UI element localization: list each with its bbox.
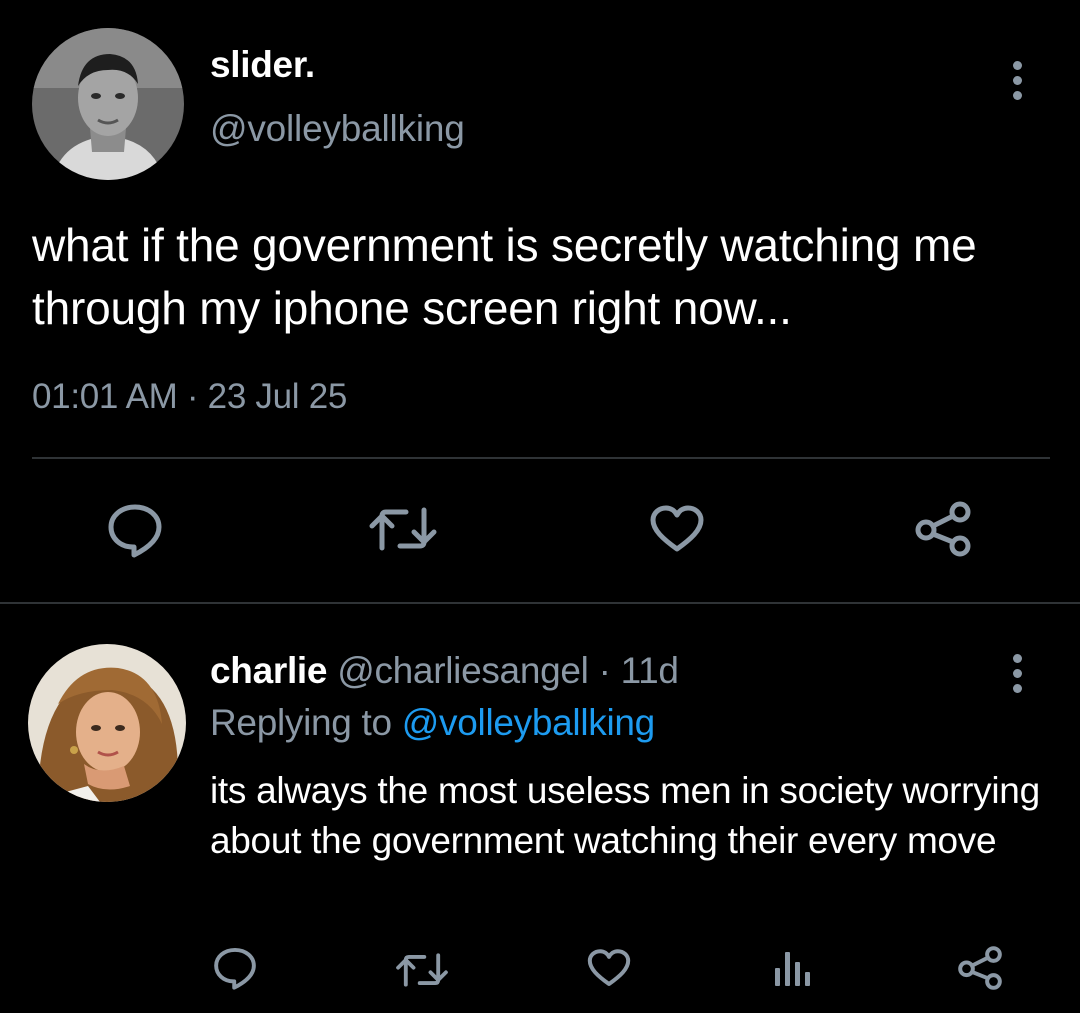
tweet-divider (0, 602, 1080, 604)
author-handle[interactable]: @volleyballking (210, 108, 465, 150)
heart-icon[interactable] (649, 504, 705, 559)
author-display-name[interactable]: slider. (210, 44, 315, 86)
reply-author-handle[interactable]: @charliesangel (337, 650, 589, 691)
retweet-icon[interactable] (368, 504, 438, 559)
reply-header: charlie @charliesangel · 11d (210, 650, 679, 692)
retweet-icon[interactable] (395, 950, 449, 995)
reply-icon[interactable] (106, 502, 164, 563)
replying-to-handle-link[interactable]: @volleyballking (402, 702, 655, 743)
divider (32, 457, 1050, 459)
share-icon[interactable] (957, 945, 1003, 996)
tweet-timestamp[interactable]: 01:01 AM · 23 Jul 25 (32, 377, 347, 417)
more-vertical-icon[interactable] (1011, 654, 1023, 693)
reply-icon[interactable] (212, 946, 258, 995)
reply-author-display-name[interactable]: charlie (210, 650, 328, 691)
share-icon[interactable] (914, 500, 972, 563)
reply-text: its always the most useless men in socie… (210, 770, 1040, 861)
reply-author-avatar[interactable] (28, 644, 186, 802)
author-avatar[interactable] (32, 28, 184, 180)
reply-time[interactable]: 11d (621, 650, 679, 691)
separator-dot: · (598, 650, 611, 691)
tweet-text: what if the government is secretly watch… (32, 219, 977, 334)
more-vertical-icon[interactable] (1011, 61, 1023, 100)
heart-icon[interactable] (586, 948, 632, 993)
analytics-icon[interactable] (771, 948, 813, 993)
replying-to-label: Replying to (210, 702, 392, 743)
replying-to: Replying to @volleyballking (210, 702, 655, 744)
